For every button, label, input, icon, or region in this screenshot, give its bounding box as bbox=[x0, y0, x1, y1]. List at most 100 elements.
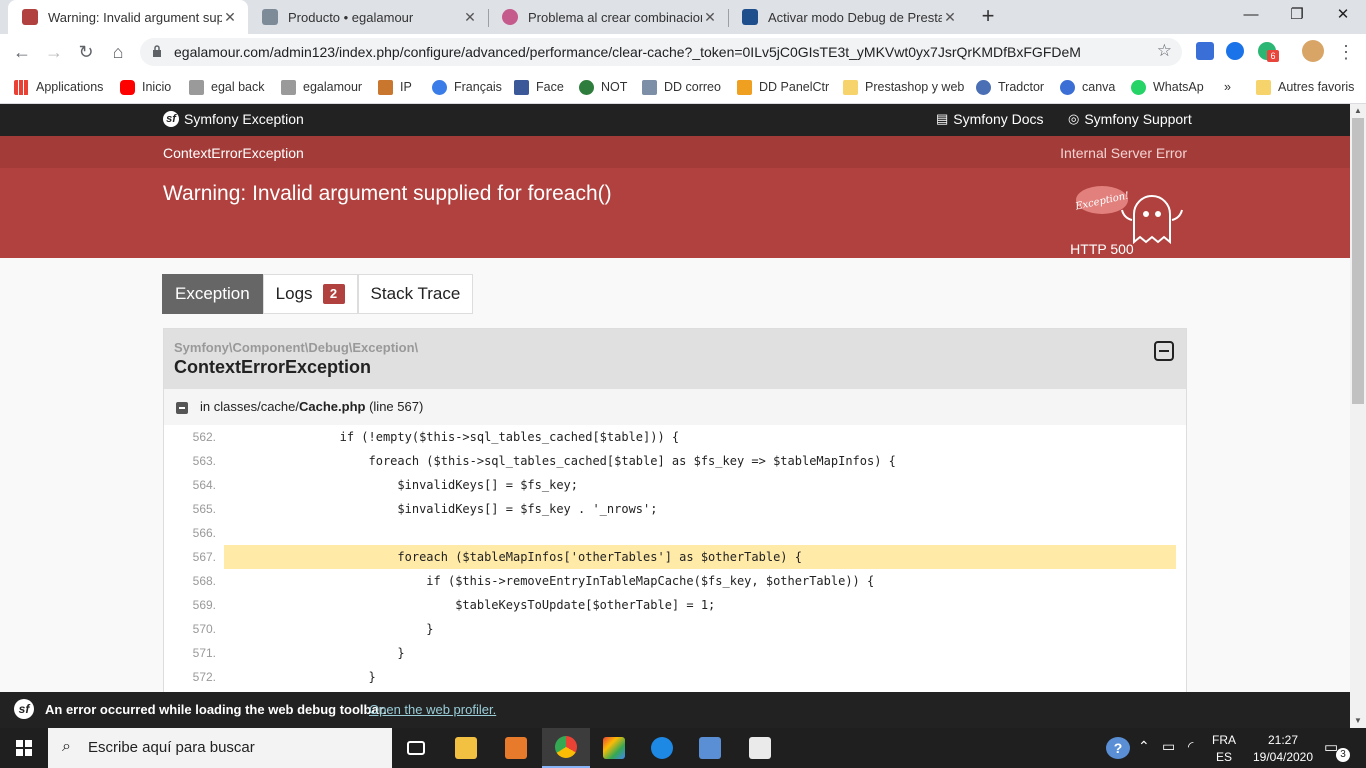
bookmark-label: WhatsAp bbox=[1153, 80, 1204, 94]
close-tab-icon[interactable]: ✕ bbox=[462, 9, 478, 26]
extension-badge: 6 bbox=[1267, 50, 1279, 62]
bookmark-star-icon[interactable]: ☆ bbox=[1157, 41, 1172, 61]
bookmark-prestashop-y-web[interactable]: Prestashop y web bbox=[843, 77, 964, 97]
page-scrollbar[interactable]: ▲ ▼ bbox=[1350, 104, 1366, 728]
line-number: 563. bbox=[192, 454, 216, 468]
extension-bookmark-icon[interactable] bbox=[1226, 42, 1244, 60]
bookmark-face[interactable]: Face bbox=[514, 77, 564, 97]
bookmark-canva[interactable]: canva bbox=[1060, 77, 1115, 97]
taskbar-search-box[interactable]: ⌕ Escribe aquí para buscar bbox=[48, 728, 392, 768]
bookmark-not[interactable]: NOT bbox=[579, 77, 627, 97]
browser-tab-3[interactable]: Problema al crear combinaciones ✕ bbox=[488, 0, 728, 34]
collapse-toggle-icon[interactable] bbox=[1154, 341, 1174, 361]
scroll-up-arrow-icon[interactable]: ▲ bbox=[1350, 104, 1366, 118]
forward-button[interactable]: → bbox=[42, 40, 66, 64]
bookmark-autres-favoris[interactable]: Autres favoris bbox=[1256, 77, 1354, 97]
symfony-docs-link[interactable]: ▤ Symfony Docs bbox=[936, 111, 1044, 127]
folder-icon bbox=[1256, 79, 1271, 95]
line-number: 571. bbox=[192, 646, 216, 660]
task-view-button[interactable] bbox=[392, 728, 440, 768]
wifi-icon[interactable]: ◜ bbox=[1188, 738, 1193, 768]
bookmark-egalamour[interactable]: egalamour bbox=[281, 77, 362, 97]
open-web-profiler-link[interactable]: Open the web profiler. bbox=[369, 702, 496, 717]
extension-download-icon[interactable] bbox=[1196, 42, 1214, 60]
extension-a-icon[interactable]: 6 bbox=[1258, 42, 1279, 62]
remote-desktop-button[interactable] bbox=[686, 728, 734, 768]
code-line: 563. foreach ($this->sql_tables_cached[$… bbox=[174, 449, 1176, 473]
line-number: 564. bbox=[192, 478, 216, 492]
bookmarks-overflow-button[interactable]: » bbox=[1224, 77, 1231, 97]
code-line: 562. if (!empty($this->sql_tables_cached… bbox=[174, 425, 1176, 449]
mail-app-button[interactable] bbox=[492, 728, 540, 768]
logs-count-badge: 2 bbox=[322, 284, 345, 304]
scrollbar-thumb[interactable] bbox=[1352, 118, 1364, 404]
back-button[interactable]: ← bbox=[10, 40, 34, 64]
clock-time[interactable]: 21:27 bbox=[1244, 733, 1322, 747]
scroll-down-arrow-icon[interactable]: ▼ bbox=[1350, 714, 1366, 728]
bookmark-label: egalamour bbox=[303, 80, 363, 94]
solitaire-button[interactable] bbox=[736, 728, 784, 768]
book-icon: ▤ bbox=[936, 111, 949, 126]
close-tab-icon[interactable]: ✕ bbox=[222, 9, 238, 26]
tab-logs[interactable]: Logs 2 bbox=[262, 274, 358, 314]
reload-button[interactable]: ↻ bbox=[74, 40, 98, 64]
browser-tab-4[interactable]: Activar modo Debug de Prestash ✕ bbox=[728, 0, 968, 34]
browser-tab-1[interactable]: Warning: Invalid argument suppl ✕ bbox=[8, 0, 248, 34]
code-line: 564. $invalidKeys[] = $fs_key; bbox=[174, 473, 1176, 497]
bookmark-francais[interactable]: Français bbox=[432, 77, 502, 97]
address-bar[interactable]: egalamour.com/admin123/index.php/configu… bbox=[140, 38, 1182, 66]
youtube-icon bbox=[120, 79, 135, 95]
profile-avatar[interactable] bbox=[1302, 40, 1324, 62]
tab-label: Stack Trace bbox=[370, 284, 461, 303]
bookmark-dd-panelctr[interactable]: DD PanelCtr bbox=[737, 77, 829, 97]
file-explorer-button[interactable] bbox=[442, 728, 490, 768]
close-tab-icon[interactable]: ✕ bbox=[702, 9, 718, 26]
battery-icon[interactable]: ▭ bbox=[1162, 738, 1175, 768]
show-hidden-icons-button[interactable]: ⌃ bbox=[1138, 738, 1150, 768]
minimize-button[interactable]: — bbox=[1228, 0, 1274, 30]
bookmark-label: Prestashop y web bbox=[865, 80, 965, 94]
code-line: 565. $invalidKeys[] = $fs_key . '_nrows'… bbox=[174, 497, 1176, 521]
browser-tab-2[interactable]: Producto • egalamour ✕ bbox=[248, 0, 488, 34]
start-button[interactable] bbox=[0, 728, 48, 768]
tab-exception[interactable]: Exception bbox=[162, 274, 263, 314]
keyboard-layout-indicator[interactable]: ES bbox=[1210, 750, 1238, 764]
new-tab-button[interactable]: + bbox=[976, 4, 1000, 28]
source-code: foreach ($this->sql_tables_cached[$table… bbox=[224, 454, 896, 468]
bookmark-label: Inicio bbox=[142, 80, 172, 94]
exception-name: ContextErrorException bbox=[174, 357, 372, 377]
tab-stack-trace[interactable]: Stack Trace bbox=[357, 274, 474, 314]
code-line: 569. $tableKeysToUpdate[$otherTable] = 1… bbox=[174, 593, 1176, 617]
mail-icon bbox=[642, 79, 657, 95]
bookmark-ip[interactable]: IP bbox=[378, 77, 412, 97]
bookmark-dd-correo[interactable]: DD correo bbox=[642, 77, 721, 97]
close-window-button[interactable]: ✕ bbox=[1320, 0, 1366, 30]
bookmark-whatsap[interactable]: WhatsAp bbox=[1131, 77, 1204, 97]
not-icon bbox=[579, 79, 594, 95]
search-icon: ⌕ bbox=[62, 738, 71, 755]
browser-menu-icon[interactable]: ⋮ bbox=[1334, 40, 1358, 64]
language-indicator[interactable]: FRA bbox=[1210, 733, 1238, 747]
symfony-brand[interactable]: sf Symfony Exception bbox=[163, 111, 304, 127]
thunderbird-button[interactable] bbox=[638, 728, 686, 768]
maximize-button[interactable]: ❐ bbox=[1274, 0, 1320, 30]
clock-date[interactable]: 19/04/2020 bbox=[1244, 750, 1322, 764]
home-button[interactable]: ⌂ bbox=[106, 40, 130, 64]
bookmark-egal-back[interactable]: egal back bbox=[189, 77, 265, 97]
collapse-trace-icon[interactable] bbox=[176, 402, 188, 414]
chrome-button[interactable] bbox=[542, 728, 590, 768]
panel-icon bbox=[737, 79, 752, 95]
code-line: 570. } bbox=[174, 617, 1176, 641]
symfony-support-link[interactable]: ◎ Symfony Support bbox=[1068, 111, 1192, 127]
paint-app-button[interactable] bbox=[590, 728, 638, 768]
symfony-ghost-icon bbox=[22, 9, 38, 25]
monitor-icon bbox=[699, 737, 721, 759]
bookmark-label: Français bbox=[454, 80, 502, 94]
bookmark-tradctor[interactable]: Tradctor bbox=[976, 77, 1044, 97]
close-tab-icon[interactable]: ✕ bbox=[942, 9, 958, 26]
bookmark-inicio[interactable]: Inicio bbox=[120, 77, 171, 97]
bookmark-applications[interactable]: Applications bbox=[14, 77, 103, 97]
tab-label: Exception bbox=[175, 284, 250, 303]
trace-location: in classes/cache/Cache.php (line 567) bbox=[164, 389, 1186, 425]
help-icon[interactable]: ? bbox=[1106, 737, 1130, 759]
